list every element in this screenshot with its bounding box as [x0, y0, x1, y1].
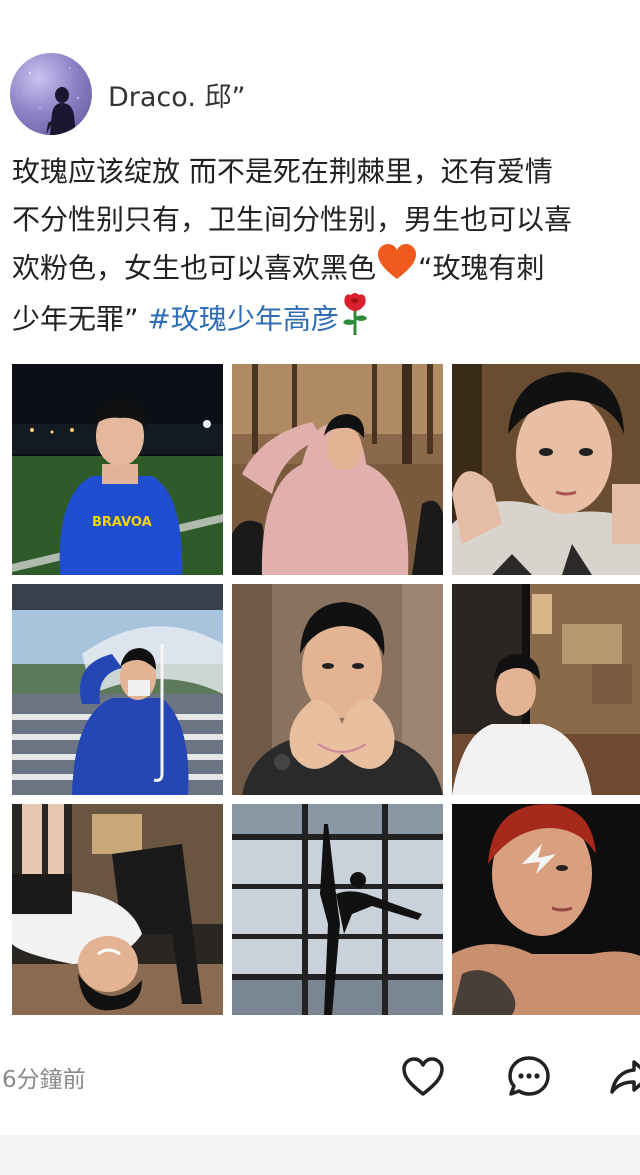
photo-4[interactable]	[12, 584, 223, 795]
author-name[interactable]: Draco. 邱”	[108, 75, 245, 114]
photo-5[interactable]	[232, 584, 443, 795]
avatar[interactable]	[10, 53, 92, 135]
share-icon[interactable]	[608, 1054, 640, 1100]
bottom-divider	[0, 1135, 640, 1175]
heart-icon[interactable]	[400, 1054, 446, 1100]
photo-7[interactable]	[12, 804, 223, 1015]
post-text-line: 欢粉色，女生也可以喜欢黑色 “玫瑰有刺	[12, 243, 640, 291]
post-text-line: 少年无罪” #玫瑰少年高彦	[12, 291, 640, 339]
hashtag-link[interactable]: #玫瑰少年高彦	[147, 302, 338, 335]
post-header: Draco. 邱”	[10, 52, 245, 136]
photo-6[interactable]	[452, 584, 640, 795]
post-footer: 6分鐘前	[0, 1050, 640, 1106]
post-text-segment: 少年无罪”	[12, 301, 139, 335]
photo-1[interactable]: BRAVOA	[12, 364, 223, 575]
orange-heart-emoji	[376, 243, 418, 296]
photo-8[interactable]	[232, 804, 443, 1015]
comment-icon[interactable]	[506, 1054, 552, 1100]
post-text-segment: 欢粉色，女生也可以喜欢黑色	[12, 251, 377, 285]
photo-9[interactable]	[452, 804, 640, 1015]
avatar-silhouette-icon	[23, 67, 79, 135]
post-text-line: 玫瑰应该绽放 而不是死在荆棘里，还有爱情	[12, 155, 553, 188]
post-text-line: 不分性别只有，卫生间分性别，男生也可以喜	[12, 202, 573, 236]
post-text: 玫瑰应该绽放 而不是死在荆棘里，还有爱情 不分性别只有，卫生间分性别，男生也可以…	[12, 148, 640, 338]
rose-emoji	[339, 291, 371, 350]
post-text-segment: “玫瑰有刺	[418, 251, 545, 285]
photo-3[interactable]	[452, 364, 640, 575]
photo-2[interactable]	[232, 364, 443, 575]
timestamp: 6分鐘前	[2, 1067, 86, 1093]
svg-text:BRAVOA: BRAVOA	[92, 515, 152, 530]
